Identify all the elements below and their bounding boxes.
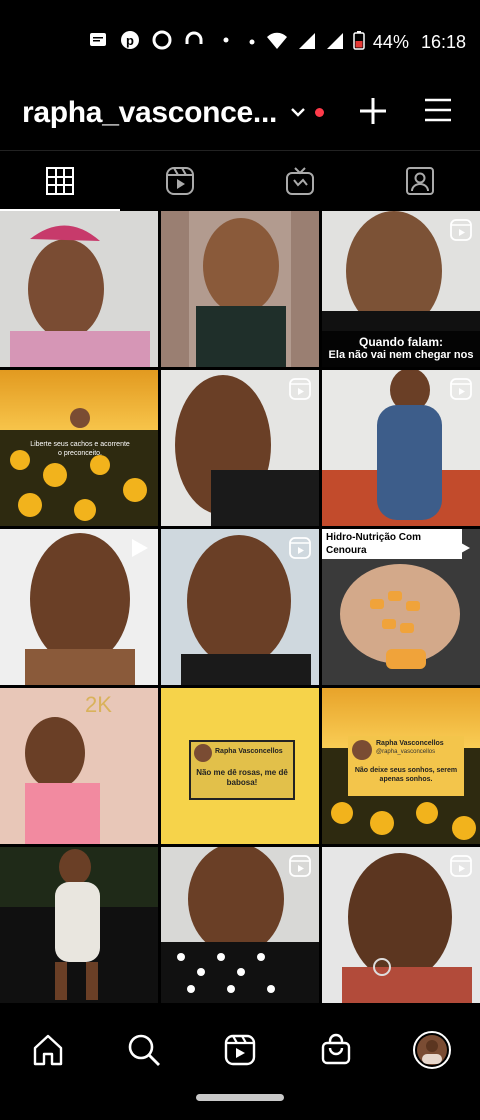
photo-woman-night (0, 847, 158, 1003)
post-thumbnail[interactable] (161, 529, 319, 685)
dot-icon (216, 30, 236, 50)
nav-profile[interactable] (412, 1030, 452, 1070)
reels-icon (224, 1034, 256, 1066)
notification-dot (315, 108, 324, 117)
headset-icon (184, 30, 204, 50)
account-switcher-title[interactable]: rapha_vasconce... (22, 96, 277, 130)
svg-text:p: p (126, 33, 134, 48)
reels-icon (166, 167, 194, 195)
quote-text: Não deixe seus sonhos, serem apenas sonh… (354, 767, 458, 783)
reels-badge-icon (289, 855, 311, 877)
chevron-down-icon[interactable] (290, 104, 306, 120)
signal-icon-2 (325, 30, 345, 55)
tab-igtv[interactable] (240, 151, 360, 211)
system-status: 44% 16:18 (247, 30, 466, 55)
post-thumbnail[interactable]: 2K (0, 688, 158, 844)
status-bar: p 44% 16:18 (0, 0, 480, 80)
post-thumbnail[interactable] (322, 847, 480, 1003)
tv-icon (286, 167, 314, 195)
reels-badge-icon (450, 378, 472, 400)
search-icon (128, 1034, 160, 1066)
post-thumbnail[interactable] (0, 529, 158, 685)
nav-search[interactable] (124, 1030, 164, 1070)
reels-badge-icon (289, 378, 311, 400)
tagged-icon (406, 167, 434, 195)
post-caption: Quando falam: Ela não vai nem chegar nos (322, 331, 480, 367)
photo-woman-headband (0, 211, 158, 367)
message-icon (88, 30, 108, 50)
post-thumbnail[interactable]: Rapha Vasconcellos @rapha_vasconcellos N… (322, 688, 480, 844)
post-thumbnail[interactable] (0, 211, 158, 367)
battery-percent: 44% (372, 32, 409, 52)
reels-badge-icon (289, 537, 311, 559)
nav-shop[interactable] (316, 1030, 356, 1070)
record-icon (152, 30, 172, 50)
shop-icon (321, 1033, 351, 1065)
photo-woman-pink-top: 2K (0, 688, 158, 844)
profile-header: rapha_vasconce... (0, 80, 480, 150)
caption-subtitle: Ela não vai nem chegar nos (328, 349, 474, 361)
quote-card: Rapha Vasconcellos @rapha_vasconcellos N… (348, 736, 464, 796)
post-thumbnail[interactable]: Rapha Vasconcellos Não me dê rosas, me d… (161, 688, 319, 844)
caption-title: Quando falam: (358, 335, 443, 349)
grid-icon (46, 167, 74, 195)
quote-text: Não me dê rosas, me dê babosa! (196, 768, 288, 787)
profile-avatar (413, 1031, 451, 1069)
gesture-home-indicator[interactable] (196, 1094, 284, 1101)
quote-card: Rapha Vasconcellos Não me dê rosas, me d… (189, 740, 295, 800)
bottom-navigation (0, 1012, 480, 1120)
create-post-icon[interactable] (358, 96, 388, 126)
dot-icon (247, 30, 257, 55)
post-thumbnail[interactable] (161, 370, 319, 526)
avatar (352, 740, 372, 760)
nav-home[interactable] (28, 1030, 68, 1070)
battery-icon (353, 30, 365, 55)
pinterest-icon: p (120, 30, 140, 50)
tab-tagged[interactable] (360, 151, 480, 211)
nav-reels[interactable] (220, 1030, 260, 1070)
hamburger-menu-icon[interactable] (424, 96, 452, 124)
quote-author: Rapha Vasconcellos (376, 740, 444, 747)
post-thumbnail[interactable] (161, 211, 319, 367)
post-thumbnail[interactable] (322, 370, 480, 526)
posts-grid: Quando falam: Ela não vai nem chegar nos… (0, 211, 480, 1011)
signal-icon (297, 30, 317, 55)
post-overlay-text: Liberte seus cachos e acorrente o precon… (30, 441, 130, 457)
quote-author: Rapha Vasconcellos (215, 748, 283, 755)
clock: 16:18 (420, 32, 466, 52)
play-icon (132, 539, 148, 557)
post-thumbnail[interactable]: Liberte seus cachos e acorrente o precon… (0, 370, 158, 526)
profile-tabs (0, 150, 480, 211)
post-thumbnail[interactable]: Quando falam: Ela não vai nem chegar nos (322, 211, 480, 367)
tab-reels[interactable] (120, 151, 240, 211)
post-thumbnail[interactable]: Hidro-Nutrição Com Cenoura (322, 529, 480, 685)
svg-text:2K: 2K (85, 692, 112, 717)
reels-badge-icon (450, 219, 472, 241)
post-thumbnail[interactable] (161, 847, 319, 1003)
wifi-icon (265, 30, 289, 55)
photo-woman-smiling (161, 211, 319, 367)
tab-grid[interactable] (0, 151, 120, 211)
post-thumbnail[interactable] (0, 847, 158, 1003)
reels-badge-icon (450, 855, 472, 877)
post-overlay-title: Hidro-Nutrição Com Cenoura (322, 529, 462, 559)
avatar (194, 744, 212, 762)
quote-handle: @rapha_vasconcellos (376, 749, 436, 755)
home-icon (33, 1034, 63, 1066)
notification-icons: p (88, 30, 236, 50)
